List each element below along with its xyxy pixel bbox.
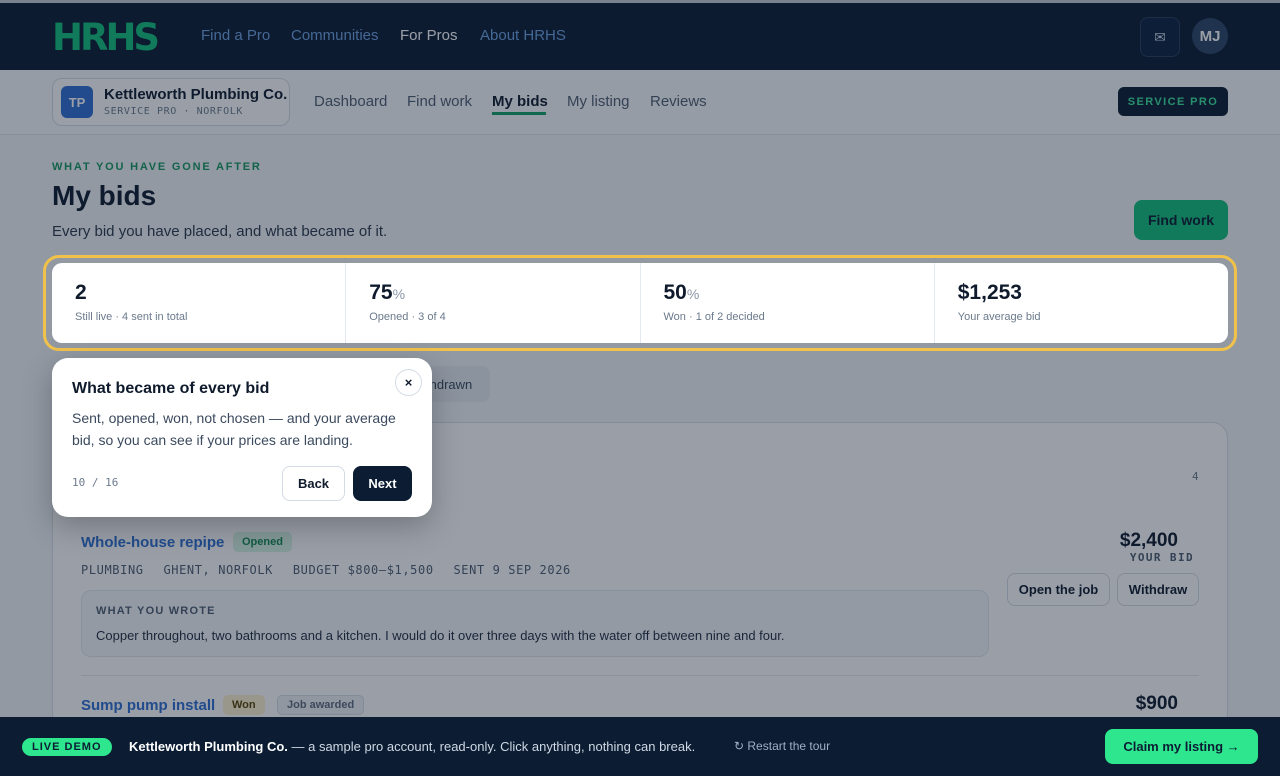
tour-title: What became of every bid: [72, 380, 270, 397]
stat-live: 2 Still live · 4 sent in total: [52, 263, 347, 343]
stat-value: 75%: [369, 281, 406, 304]
demo-banner-text: Kettleworth Plumbing Co. — a sample pro …: [129, 739, 696, 754]
bid-stats-card: 2 Still live · 4 sent in total 75% Opene…: [52, 263, 1228, 343]
tour-next-button[interactable]: Next: [353, 466, 412, 501]
stat-won: 50% Won · 1 of 2 decided: [641, 263, 935, 343]
stat-label: Your average bid: [957, 311, 1041, 323]
stat-label: Still live · 4 sent in total: [75, 311, 188, 323]
demo-banner: LIVE DEMO Kettleworth Plumbing Co. — a s…: [0, 717, 1280, 776]
stat-value: $1,253: [957, 281, 1022, 304]
stat-opened: 75% Opened · 3 of 4: [346, 263, 641, 343]
stat-value: 2: [75, 281, 87, 304]
tour-step-counter: 10 / 16: [72, 476, 119, 489]
stat-label: Won · 1 of 2 decided: [663, 311, 765, 323]
restart-tour-link[interactable]: ↻ Restart the tour: [734, 739, 830, 753]
claim-listing-button[interactable]: Claim my listing →: [1105, 729, 1258, 764]
stat-average: $1,253 Your average bid: [935, 263, 1228, 343]
tour-back-button[interactable]: Back: [282, 466, 345, 501]
live-demo-badge: LIVE DEMO: [22, 738, 112, 756]
tour-popover: What became of every bid × Sent, opened,…: [52, 358, 432, 517]
close-icon[interactable]: ×: [395, 369, 422, 396]
stat-label: Opened · 3 of 4: [369, 311, 446, 323]
tour-body: Sent, opened, won, not chosen — and your…: [72, 410, 396, 448]
stat-value: 50%: [663, 281, 700, 304]
